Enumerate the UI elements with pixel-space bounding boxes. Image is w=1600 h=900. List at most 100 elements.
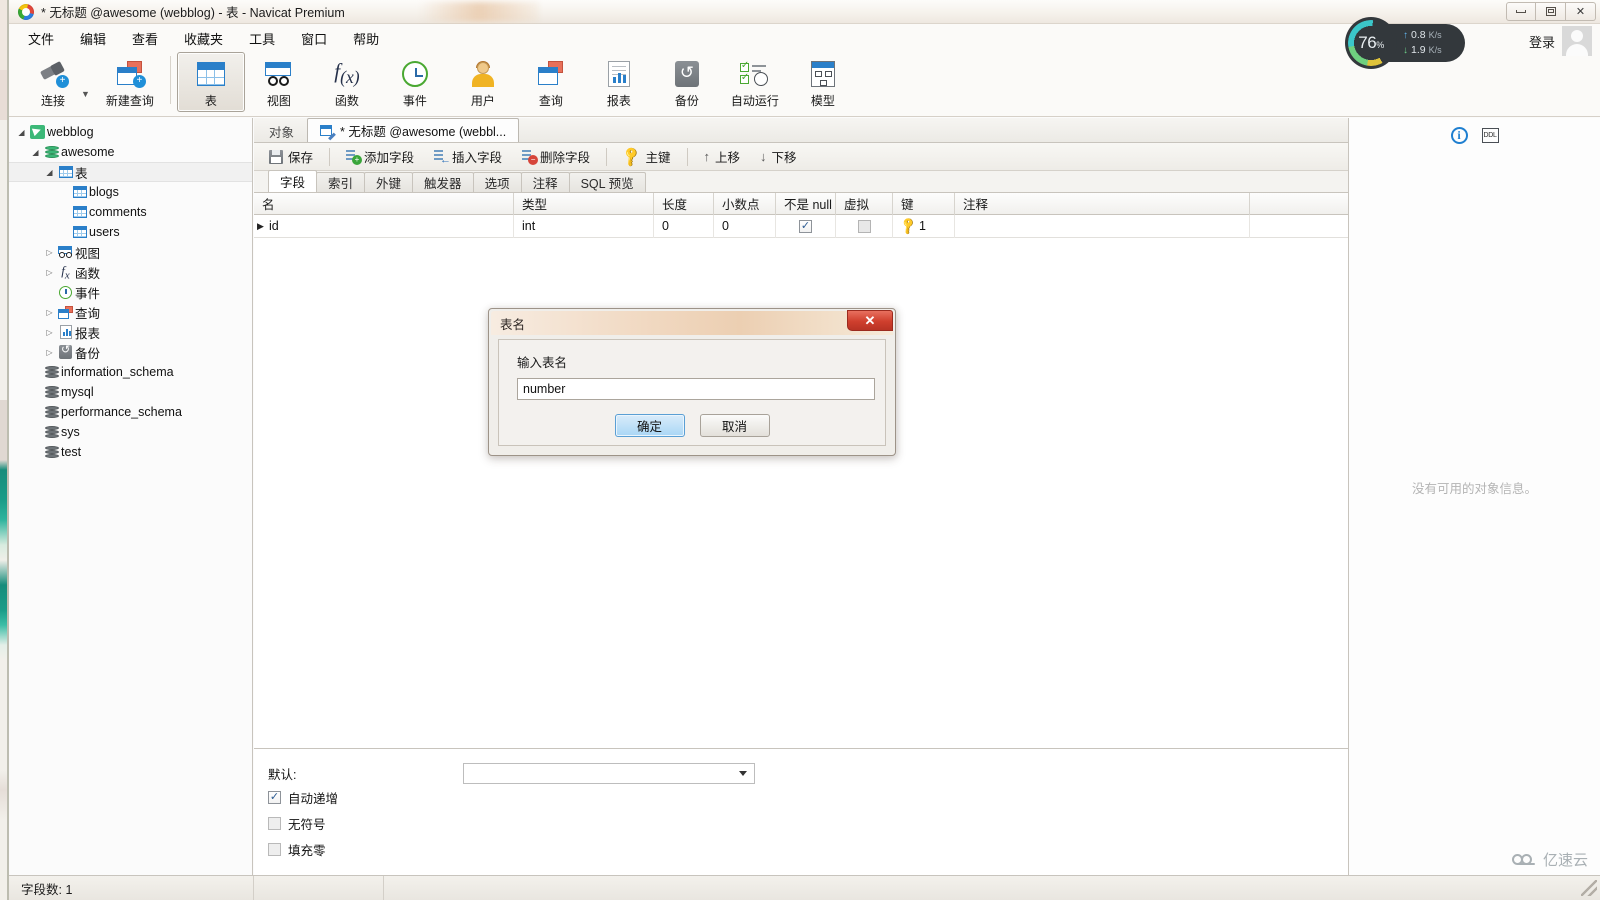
tab-foreign-keys[interactable]: 外键 <box>364 172 414 192</box>
ddl-icon[interactable]: DDL <box>1481 127 1499 143</box>
twisty-open-icon[interactable]: ◢ <box>15 128 28 137</box>
avatar[interactable] <box>1562 26 1592 56</box>
move-up-button[interactable]: ↑ 上移 <box>695 143 750 170</box>
menu-tools[interactable]: 工具 <box>236 25 288 52</box>
sidebar-item-reports[interactable]: ▷ 报表 <box>9 322 252 342</box>
connection-dropdown-caret-icon[interactable]: ▼ <box>81 89 90 99</box>
column-header-not-null[interactable]: 不是 null <box>776 192 836 215</box>
primary-key-button[interactable]: 🔑 主键 <box>614 143 679 170</box>
sidebar-item-tables[interactable]: ◢ 表 <box>9 162 252 182</box>
twisty-closed-icon[interactable]: ▷ <box>43 268 56 277</box>
twisty-closed-icon[interactable]: ▷ <box>43 248 56 257</box>
cell-field-name[interactable]: id <box>267 214 514 238</box>
default-value-select[interactable] <box>463 762 755 784</box>
column-header-length[interactable]: 长度 <box>654 192 714 215</box>
toolbar-user[interactable]: 用户 <box>449 52 517 112</box>
cell-field-type[interactable]: int <box>514 214 654 238</box>
toolbar-automation[interactable]: 自动运行 <box>721 52 789 112</box>
sidebar-item-mysql[interactable]: mysql <box>9 382 252 402</box>
twisty-closed-icon[interactable]: ▷ <box>43 348 56 357</box>
object-tree-sidebar[interactable]: ◢ webblog ◢ awesome ◢ 表 blogs comments u… <box>9 118 253 900</box>
sidebar-item-information-schema[interactable]: information_schema <box>9 362 252 382</box>
cancel-button[interactable]: 取消 <box>699 414 770 437</box>
sidebar-item-test[interactable]: test <box>9 442 252 462</box>
twisty-open-icon[interactable]: ◢ <box>29 148 42 157</box>
delete-field-button[interactable]: − 删除字段 <box>513 143 599 170</box>
cell-virtual[interactable] <box>836 214 893 238</box>
close-button[interactable]: ✕ <box>1566 2 1596 21</box>
sidebar-item-blogs[interactable]: blogs <box>9 182 252 202</box>
sidebar-item-comments[interactable]: comments <box>9 202 252 222</box>
menu-favorites[interactable]: 收藏夹 <box>171 25 236 52</box>
resize-grip[interactable] <box>1581 880 1597 896</box>
column-header-name[interactable]: 名 <box>254 192 514 215</box>
add-field-button[interactable]: + 添加字段 <box>337 143 423 170</box>
login-link[interactable]: 登录 <box>1529 32 1555 51</box>
network-speed-widget[interactable]: 76% ↑ 0.8 K/s ↓ 1.9 K/s <box>1345 17 1465 69</box>
column-header-comment[interactable]: 注释 <box>955 192 1250 215</box>
cell-field-decimals[interactable]: 0 <box>714 214 776 238</box>
sidebar-item-awesome[interactable]: ◢ awesome <box>9 142 252 162</box>
ok-button[interactable]: 确定 <box>614 414 685 437</box>
menu-file[interactable]: 文件 <box>15 25 67 52</box>
tab-comment[interactable]: 注释 <box>520 172 570 192</box>
sidebar-item-performance-schema[interactable]: performance_schema <box>9 402 252 422</box>
cell-field-length[interactable]: 0 <box>654 214 714 238</box>
tab-triggers[interactable]: 触发器 <box>412 172 474 192</box>
table-name-input[interactable]: number <box>517 378 875 400</box>
sidebar-item-events[interactable]: 事件 <box>9 282 252 302</box>
sidebar-item-queries[interactable]: ▷ 查询 <box>9 302 252 322</box>
sidebar-item-backups[interactable]: ▷ 备份 <box>9 342 252 362</box>
menu-edit[interactable]: 编辑 <box>67 25 119 52</box>
column-header-key[interactable]: 键 <box>893 192 955 215</box>
restore-button[interactable] <box>1536 2 1566 21</box>
twisty-open-icon[interactable]: ◢ <box>43 168 56 177</box>
tab-table-designer[interactable]: * 无标题 @awesome (webbl... <box>307 118 520 142</box>
tab-sql-preview[interactable]: SQL 预览 <box>568 172 646 192</box>
toolbar-backup[interactable]: 备份 <box>653 52 721 112</box>
not-null-checkbox[interactable] <box>799 219 812 233</box>
auto-increment-checkbox[interactable] <box>268 790 281 804</box>
toolbar-new-query[interactable]: + 新建查询 <box>96 52 164 112</box>
twisty-closed-icon[interactable]: ▷ <box>43 328 56 337</box>
cell-comment[interactable] <box>955 214 1250 238</box>
tab-options[interactable]: 选项 <box>472 172 522 192</box>
column-header-decimals[interactable]: 小数点 <box>714 192 776 215</box>
sidebar-item-users[interactable]: users <box>9 222 252 242</box>
toolbar-report[interactable]: 报表 <box>585 52 653 112</box>
cell-key[interactable]: 🔑 1 <box>893 214 955 238</box>
sidebar-item-views[interactable]: ▷ 视图 <box>9 242 252 262</box>
menu-help[interactable]: 帮助 <box>340 25 392 52</box>
column-header-virtual[interactable]: 虚拟 <box>836 192 893 215</box>
info-icon[interactable]: i <box>1450 126 1468 144</box>
tab-fields[interactable]: 字段 <box>268 170 318 192</box>
sidebar-item-functions[interactable]: ▷ fx 函数 <box>9 262 252 282</box>
minimize-button[interactable] <box>1506 2 1536 21</box>
insert-field-button[interactable]: ← 插入字段 <box>425 143 511 170</box>
tab-objects[interactable]: 对象 <box>256 119 307 142</box>
move-down-button[interactable]: ↓ 下移 <box>751 143 806 170</box>
menu-window[interactable]: 窗口 <box>288 25 340 52</box>
unsigned-checkbox[interactable] <box>268 816 281 830</box>
sidebar-item-sys[interactable]: sys <box>9 422 252 442</box>
sidebar-item-webblog[interactable]: ◢ webblog <box>9 122 252 142</box>
cell-not-null[interactable] <box>776 214 836 238</box>
toolbar-view[interactable]: 视图 <box>245 52 313 112</box>
status-cell-2 <box>254 875 384 900</box>
virtual-checkbox[interactable] <box>857 219 871 233</box>
toolbar-query[interactable]: 查询 <box>517 52 585 112</box>
twisty-closed-icon[interactable]: ▷ <box>43 308 56 317</box>
toolbar-model-label: 模型 <box>810 94 835 108</box>
table-icon <box>70 206 89 218</box>
tab-indexes[interactable]: 索引 <box>316 172 366 192</box>
toolbar-function[interactable]: f(x) 函数 <box>313 52 381 112</box>
toolbar-connection[interactable]: + 连接 <box>19 52 87 112</box>
toolbar-event[interactable]: 事件 <box>381 52 449 112</box>
toolbar-model[interactable]: 模型 <box>789 52 857 112</box>
dialog-close-button[interactable]: ✕ <box>847 310 893 331</box>
menu-view[interactable]: 查看 <box>119 25 171 52</box>
save-button[interactable]: 保存 <box>260 143 322 170</box>
zerofill-checkbox[interactable] <box>268 842 281 856</box>
toolbar-table[interactable]: 表 <box>176 52 245 112</box>
column-header-type[interactable]: 类型 <box>514 192 654 215</box>
